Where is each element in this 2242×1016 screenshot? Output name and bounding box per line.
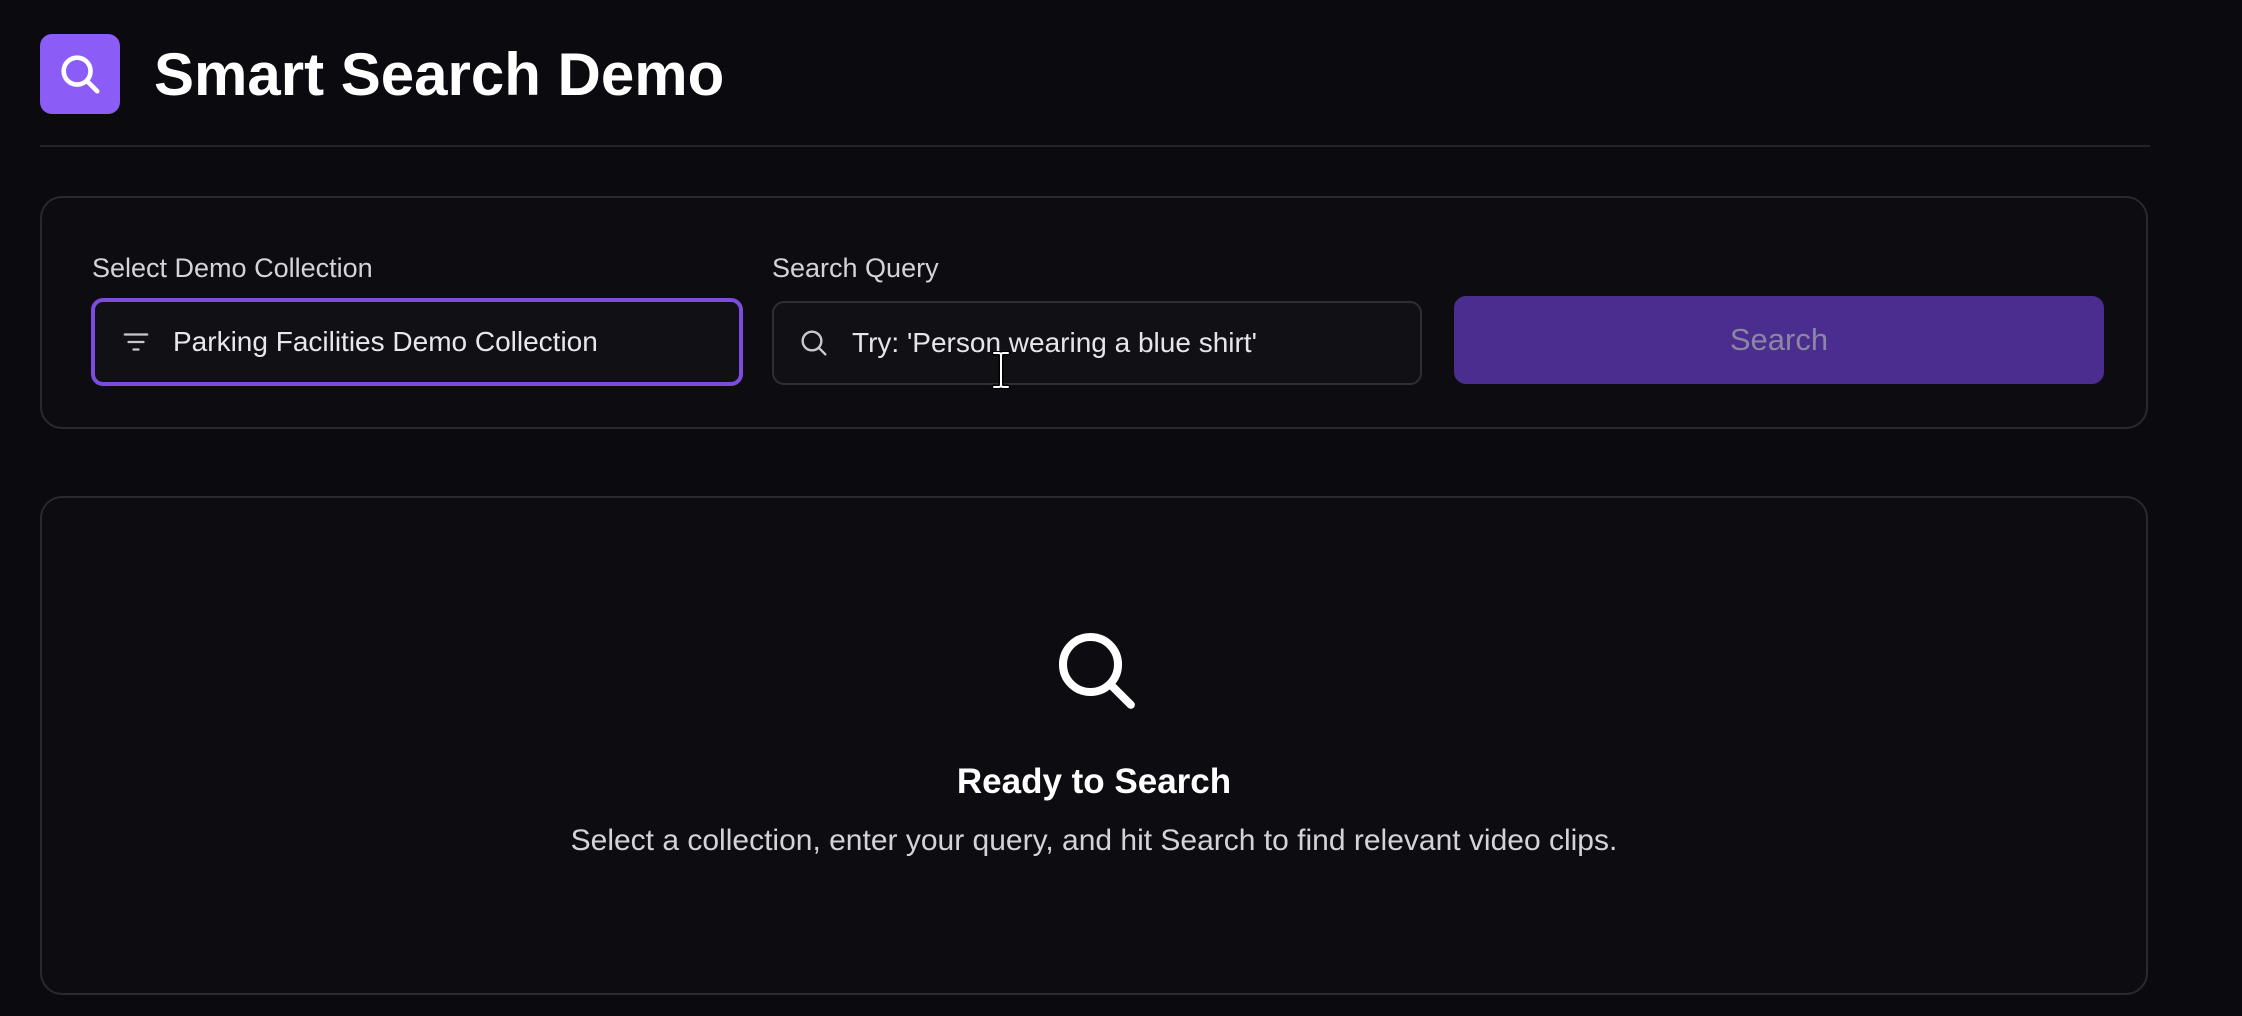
page: Smart Search Demo Select Demo Collection… (0, 0, 2242, 1016)
header: Smart Search Demo (40, 34, 724, 114)
search-button[interactable]: Search (1454, 296, 2104, 384)
empty-state-description: Select a collection, enter your query, a… (570, 824, 1618, 857)
empty-state-title: Ready to Search (956, 762, 1232, 801)
text-cursor-icon (991, 351, 1011, 389)
empty-state-panel: Ready to Search Select a collection, ent… (40, 496, 2148, 995)
app-logo (40, 34, 120, 114)
collection-select[interactable]: Parking Facilities Demo Collection (91, 298, 743, 386)
search-panel: Select Demo Collection Parking Facilitie… (40, 196, 2148, 429)
search-input[interactable] (850, 326, 1414, 360)
query-field[interactable] (772, 301, 1422, 385)
collection-label: Select Demo Collection (92, 253, 373, 283)
filter-icon (123, 333, 149, 351)
search-icon (801, 330, 827, 356)
header-divider (40, 145, 2150, 147)
query-label: Search Query (772, 253, 939, 283)
page-title: Smart Search Demo (154, 40, 725, 108)
collection-select-value: Parking Facilities Demo Collection (173, 326, 598, 357)
search-icon (1058, 632, 1135, 709)
search-icon (61, 55, 100, 94)
